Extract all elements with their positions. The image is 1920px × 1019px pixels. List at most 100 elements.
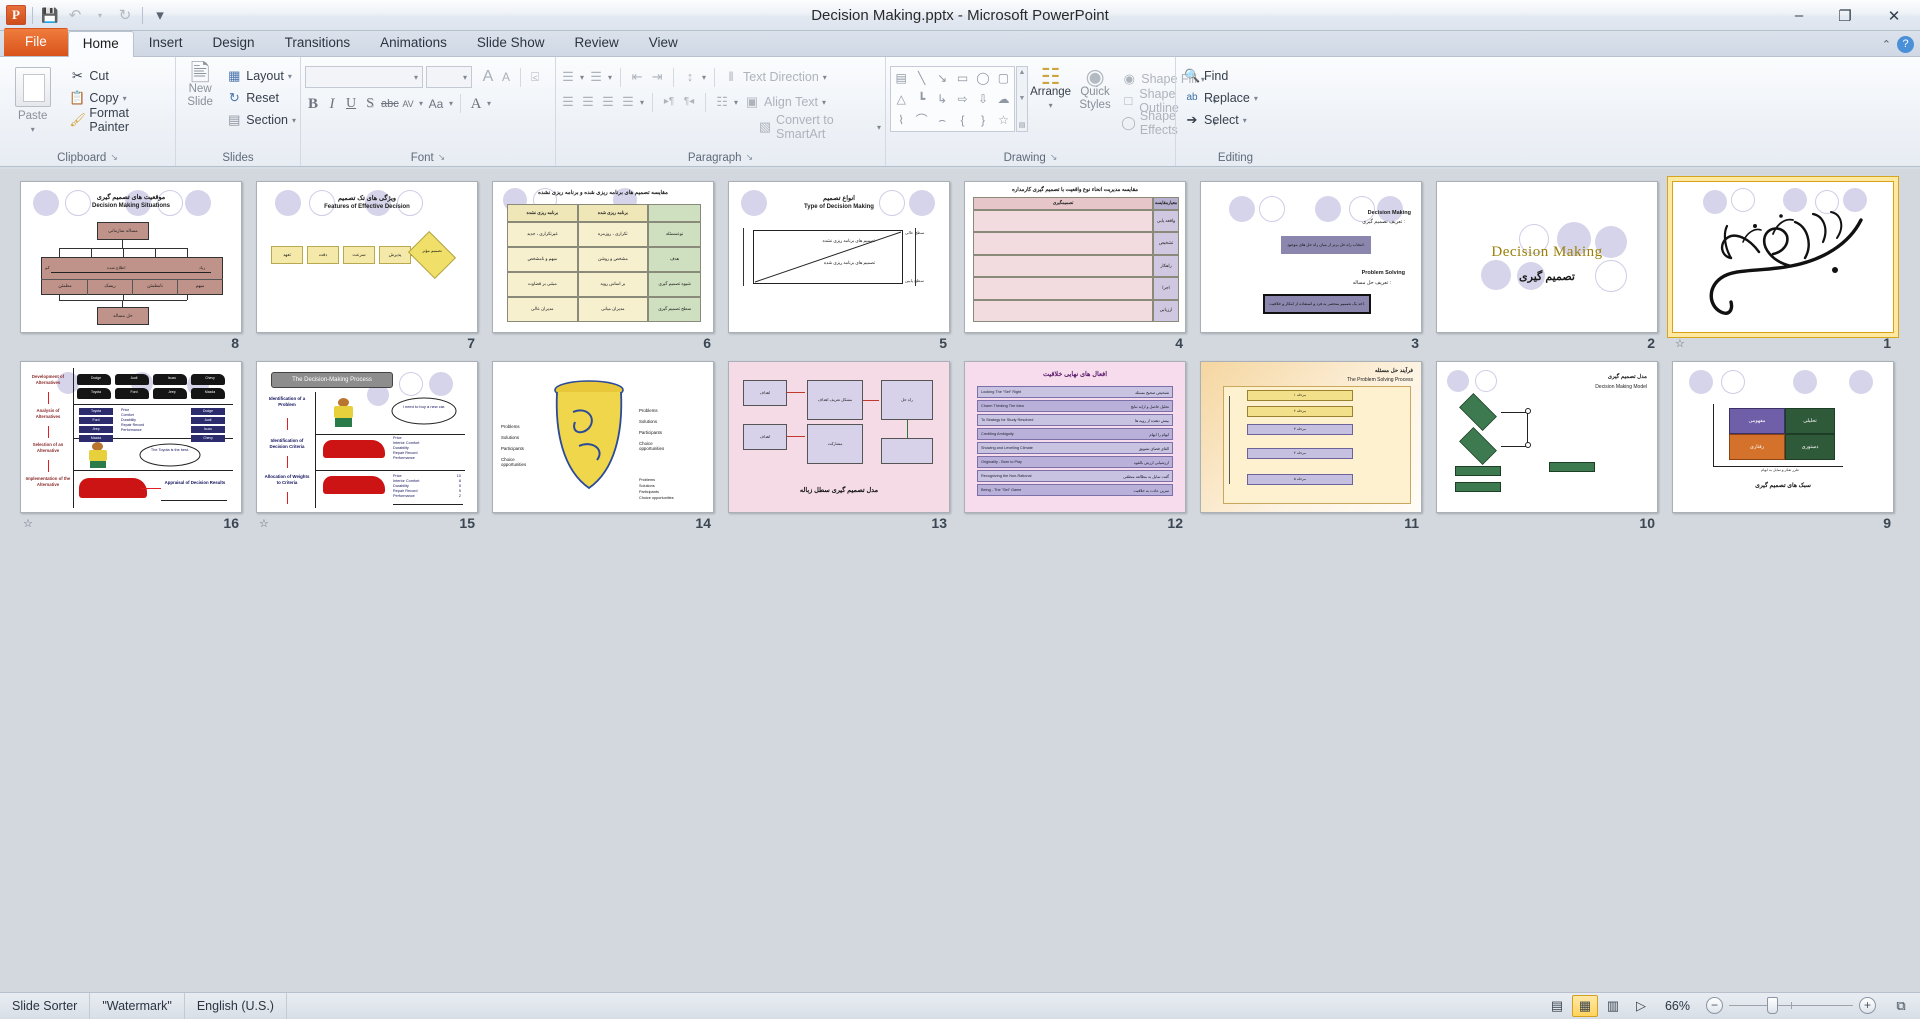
align-left-button[interactable]: ☰	[560, 94, 576, 110]
powerpoint-app-icon[interactable]: P	[6, 5, 26, 25]
select-dropdown-icon[interactable]: ▾	[1243, 116, 1247, 125]
clear-formatting-icon[interactable]: ⍃	[527, 69, 543, 85]
shape-textbox-icon[interactable]: ▤	[896, 72, 907, 84]
line-spacing-button[interactable]: ↕	[682, 69, 698, 85]
slide-canvas-15[interactable]: The Decision-Making Process Identificati…	[256, 361, 478, 513]
section-button[interactable]: ▤ Section ▾	[226, 109, 296, 131]
arrange-dropdown-icon[interactable]: ▾	[1049, 99, 1053, 112]
layout-dropdown-icon[interactable]: ▾	[288, 72, 292, 81]
normal-view-button[interactable]: ▤	[1544, 995, 1570, 1017]
slide-thumbnail-12[interactable]: افعال های نهایی خلاقیت Looking The "Set"…	[962, 357, 1198, 537]
new-slide-button[interactable]: 🖹 New Slide	[180, 63, 220, 109]
tab-file[interactable]: File	[4, 28, 68, 56]
slide-sorter-view-button[interactable]: ▦	[1572, 995, 1598, 1017]
line-spacing-dropdown-icon[interactable]: ▾	[702, 73, 706, 82]
slide1-transition-icon[interactable]: ☆	[1675, 337, 1685, 350]
slide-thumbnail-14[interactable]: Problems Solutions Participants Choice o…	[490, 357, 726, 537]
slide-canvas-10[interactable]: مدل تصمیم گیری Decision Making Model	[1436, 361, 1658, 513]
justify-button[interactable]: ☰	[620, 94, 636, 110]
drawing-dialog-launcher[interactable]: ↘	[1050, 152, 1058, 163]
font-color-button[interactable]: A	[468, 96, 484, 112]
text-direction-button[interactable]: ‖ Text Direction ▾	[723, 66, 827, 88]
format-painter-button[interactable]: 🖌 Format Painter	[69, 109, 171, 131]
columns-dropdown-icon[interactable]: ▾	[734, 98, 738, 107]
tab-review[interactable]: Review	[559, 30, 633, 56]
zoom-out-button[interactable]: −	[1706, 997, 1723, 1014]
replace-button[interactable]: ab Replace ▾	[1184, 87, 1258, 109]
tab-home[interactable]: Home	[68, 31, 134, 57]
minimize-button[interactable]: –	[1776, 4, 1822, 28]
shrink-font-icon[interactable]: A	[498, 69, 514, 85]
help-icon[interactable]: ?	[1897, 36, 1914, 53]
slide-sorter-workspace[interactable]: موقعیت های تصمیم گیری Decision Making Si…	[0, 169, 1920, 992]
font-name-input[interactable]: ▾	[305, 66, 423, 88]
shape-line-icon[interactable]: ╲	[918, 72, 925, 84]
text-direction-dropdown-icon[interactable]: ▾	[823, 73, 827, 82]
slide-canvas-4[interactable]: مقایسه مدیریت انحاء نوع واقعیت با تصمیم …	[964, 181, 1186, 333]
shape-triangle-icon[interactable]: △	[897, 93, 906, 105]
slide15-transition-icon[interactable]: ☆	[259, 517, 269, 530]
shape-rectangle-icon[interactable]: ▭	[957, 72, 968, 84]
change-case-dropdown-icon[interactable]: ▾	[449, 99, 453, 108]
copy-dropdown-icon[interactable]: ▾	[123, 94, 127, 103]
font-size-input[interactable]: ▾	[426, 66, 472, 88]
slide-canvas-16[interactable]: Development of Alternatives Analysis of …	[20, 361, 242, 513]
select-button[interactable]: ➔ Select ▾	[1184, 109, 1258, 131]
slide-canvas-1[interactable]	[1672, 181, 1894, 333]
font-size-dropdown-icon[interactable]: ▾	[463, 73, 467, 82]
shape-elbow-arrow-icon[interactable]: ↳	[937, 93, 947, 105]
slide-canvas-6[interactable]: مقایسه تصمیم های برنامه ریزی شده و برنام…	[492, 181, 714, 333]
slide-thumbnail-6[interactable]: مقایسه تصمیم های برنامه ریزی شده و برنام…	[490, 177, 726, 357]
find-button[interactable]: 🔍 Find	[1184, 65, 1258, 87]
slide-thumbnail-4[interactable]: مقایسه مدیریت انحاء نوع واقعیت با تصمیم …	[962, 177, 1198, 357]
text-shadow-button[interactable]: S	[362, 96, 378, 112]
bullets-dropdown-icon[interactable]: ▾	[580, 73, 584, 82]
save-icon[interactable]: 💾	[39, 4, 61, 26]
columns-button[interactable]: ☷	[714, 94, 730, 110]
paste-button[interactable]: Paste ▾	[4, 63, 61, 136]
slide-canvas-13[interactable]: اهداف اهداف مشکل تعریف اهداف مشارکت راه …	[728, 361, 950, 513]
shape-arrow-icon[interactable]: ↘	[937, 72, 947, 84]
shape-curve-icon[interactable]: ⌒	[916, 114, 928, 126]
arrange-button[interactable]: ☷ Arrange ▾	[1028, 66, 1072, 134]
shape-freeform-icon[interactable]: ⌇	[898, 114, 904, 126]
slide-thumbnail-3[interactable]: Decision Making تعریف تصمیم گیری : انتخا…	[1198, 177, 1434, 357]
shapes-more-icon[interactable]: ▤	[1019, 121, 1026, 129]
zoom-slider-handle[interactable]	[1767, 997, 1778, 1014]
zoom-slider-track[interactable]	[1729, 1005, 1853, 1006]
minimize-ribbon-icon[interactable]: ⌃	[1882, 38, 1891, 51]
customize-qat-icon[interactable]: ▾	[149, 4, 171, 26]
slide-thumbnail-5[interactable]: انواع تصمیم Type of Decision Making تصمی…	[726, 177, 962, 357]
restore-button[interactable]: ❐	[1822, 4, 1868, 28]
align-text-button[interactable]: ▣ Align Text ▾	[744, 91, 826, 113]
strikethrough-button[interactable]: abc	[381, 96, 397, 112]
ltr-button[interactable]: ▸¶	[661, 94, 677, 110]
font-color-dropdown-icon[interactable]: ▾	[487, 99, 491, 108]
undo-icon[interactable]: ↶	[64, 4, 86, 26]
undo-dropdown-icon[interactable]: ▾	[89, 4, 111, 26]
shape-right-brace-icon[interactable]: }	[981, 114, 985, 126]
slide-canvas-8[interactable]: موقعیت های تصمیم گیری Decision Making Si…	[20, 181, 242, 333]
slide16-transition-icon[interactable]: ☆	[23, 517, 33, 530]
zoom-level-label[interactable]: 66%	[1655, 999, 1700, 1013]
slide-canvas-11[interactable]: فرآیند حل مسئله The Problem Solving Proc…	[1200, 361, 1422, 513]
shape-down-arrow-icon[interactable]: ⇩	[978, 93, 988, 105]
layout-button[interactable]: ▦ Layout ▾	[226, 65, 296, 87]
slide-show-button[interactable]: ▷	[1628, 995, 1654, 1017]
grow-font-icon[interactable]: A	[480, 69, 496, 85]
slide-canvas-2[interactable]: Decision Making تصمیم گیری	[1436, 181, 1658, 333]
status-theme-name[interactable]: "Watermark"	[90, 993, 185, 1019]
shapes-gallery-scrollbar[interactable]: ▲ ▼ ▤	[1016, 66, 1029, 132]
smartart-dropdown-icon[interactable]: ▾	[877, 123, 881, 132]
slide-thumbnail-10[interactable]: مدل تصمیم گیری Decision Making Model 10	[1434, 357, 1670, 537]
fit-slide-to-window-button[interactable]: ⧉	[1888, 995, 1914, 1017]
font-dialog-launcher[interactable]: ↘	[438, 152, 446, 163]
tab-design[interactable]: Design	[198, 30, 270, 56]
shape-star-icon[interactable]: ☆	[998, 114, 1009, 126]
quick-styles-button[interactable]: ◉ Quick Styles	[1073, 66, 1117, 134]
character-spacing-button[interactable]: AV	[400, 96, 416, 112]
shapes-scroll-down-icon[interactable]: ▼	[1019, 95, 1026, 102]
character-spacing-dropdown-icon[interactable]: ▾	[419, 99, 423, 108]
align-center-button[interactable]: ☰	[580, 94, 596, 110]
replace-dropdown-icon[interactable]: ▾	[1254, 94, 1258, 103]
